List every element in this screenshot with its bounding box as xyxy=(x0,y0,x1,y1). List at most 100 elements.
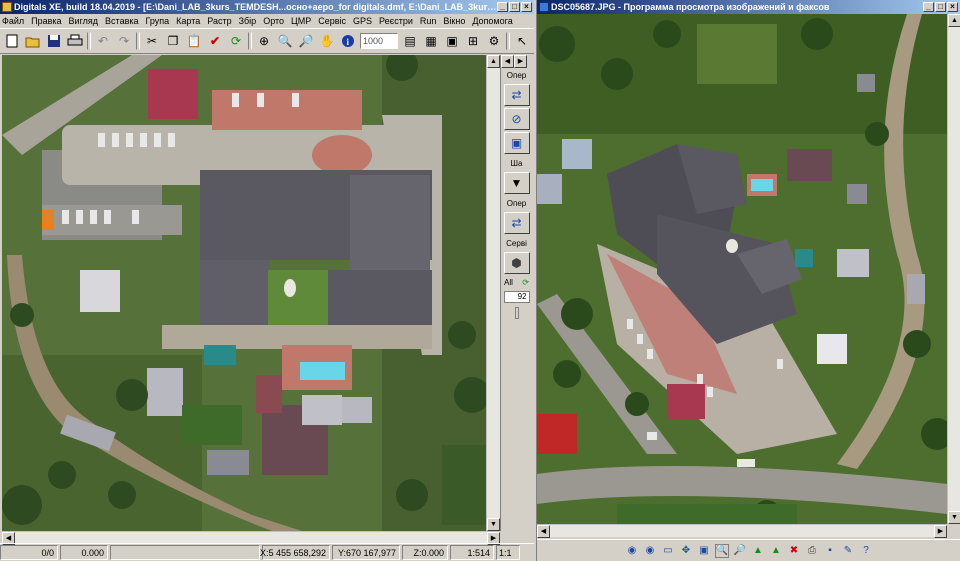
menu-item[interactable]: Правка xyxy=(31,16,61,26)
best-fit-icon[interactable]: ▭ xyxy=(661,544,675,558)
panel-prev-icon[interactable]: ◀ xyxy=(501,55,514,68)
node-tool-icon[interactable]: ▣ xyxy=(503,132,530,154)
viewer-minimize-button[interactable]: _ xyxy=(923,2,934,12)
menu-item[interactable]: GPS xyxy=(353,16,372,26)
actual-size-icon[interactable]: ✥ xyxy=(679,544,693,558)
menu-item[interactable]: Орто xyxy=(263,16,284,26)
minimize-button[interactable]: _ xyxy=(497,2,508,12)
viewer-app-icon xyxy=(539,2,549,12)
toolbar-separator xyxy=(248,32,252,50)
save-icon[interactable] xyxy=(45,32,63,50)
zoom-field[interactable]: 92 xyxy=(503,291,530,303)
select-arrow-icon[interactable]: ↖ xyxy=(513,32,531,50)
refresh-small-icon[interactable]: ⟳ xyxy=(522,278,529,287)
layers-icon[interactable]: ▤ xyxy=(401,32,419,50)
menu-item[interactable]: Вставка xyxy=(105,16,138,26)
new-doc-icon[interactable] xyxy=(3,32,21,50)
toolbar-separator xyxy=(506,32,510,50)
menu-item[interactable]: Run xyxy=(420,16,437,26)
menu-item[interactable]: Група xyxy=(146,16,170,26)
open-folder-icon[interactable] xyxy=(24,32,42,50)
scale-input[interactable] xyxy=(360,33,398,49)
info-icon[interactable]: i xyxy=(339,32,357,50)
zoom-out-icon[interactable]: 🔎 xyxy=(297,32,315,50)
menu-item[interactable]: Допомога xyxy=(472,16,512,26)
digitals-titlebar[interactable]: Digitals XE, build 18.04.2019 - [E:\Dani… xyxy=(0,0,534,14)
print-icon[interactable] xyxy=(66,32,84,50)
menu-item[interactable]: Файл xyxy=(2,16,24,26)
image-viewer-window: DSC05687.JPG - Программа просмотра изобр… xyxy=(536,0,960,561)
check-icon[interactable]: ✔ xyxy=(206,32,224,50)
undo-icon[interactable]: ↶ xyxy=(94,32,112,50)
oper2-label: Опер xyxy=(506,199,527,208)
toolbar-separator xyxy=(87,32,91,50)
copy-icon[interactable]: ❐ xyxy=(164,32,182,50)
menu-item[interactable]: Вигляд xyxy=(69,16,99,26)
menu-item[interactable]: Сервіс xyxy=(318,16,346,26)
viewer-vertical-scrollbar[interactable]: ▲ ▼ xyxy=(947,14,960,524)
viewer-close-button[interactable]: × xyxy=(947,2,958,12)
cube-icon[interactable]: ⬢ xyxy=(503,252,530,274)
save-icon[interactable]: ▪ xyxy=(823,544,837,558)
grid-icon[interactable]: ⊞ xyxy=(464,32,482,50)
settings-gear-icon[interactable]: ⚙ xyxy=(485,32,503,50)
zoom-in-icon[interactable]: 🔍 xyxy=(715,543,729,558)
redo-icon[interactable]: ↷ xyxy=(115,32,133,50)
viewer-scroll-up-icon[interactable]: ▲ xyxy=(948,14,960,27)
viewer-scroll-down-icon[interactable]: ▼ xyxy=(948,511,960,524)
menu-item[interactable]: Реєстри xyxy=(379,16,413,26)
zoom-slider[interactable] xyxy=(514,307,519,319)
status-scale: 1:514 xyxy=(450,545,494,560)
menu-item[interactable]: Вікно xyxy=(443,16,465,26)
layer-select-icon[interactable]: ▼ xyxy=(503,172,530,194)
scroll-down-icon[interactable]: ▼ xyxy=(487,518,500,531)
refresh-icon[interactable]: ⟳ xyxy=(227,32,245,50)
menu-item[interactable]: ЦМР xyxy=(291,16,311,26)
viewer-scroll-left-icon[interactable]: ◀ xyxy=(537,525,550,538)
compass-icon[interactable]: ⊘ xyxy=(503,108,530,130)
viewer-maximize-button[interactable]: □ xyxy=(935,2,946,12)
swap-arrows-2-icon[interactable]: ⇄ xyxy=(503,212,530,234)
delete-icon[interactable]: ✖ xyxy=(787,544,801,558)
viewer-titlebar[interactable]: DSC05687.JPG - Программа просмотра изобр… xyxy=(537,0,960,14)
close-button[interactable]: × xyxy=(521,2,532,12)
servis-label: Серві xyxy=(506,239,527,248)
paste-icon[interactable]: 📋 xyxy=(185,32,203,50)
slideshow-icon[interactable]: ▣ xyxy=(697,544,711,558)
app-icon xyxy=(2,2,12,12)
swap-arrows-icon[interactable]: ⇄ xyxy=(503,84,530,106)
all-label: All xyxy=(504,278,513,287)
previous-image-icon[interactable]: ◉ xyxy=(625,544,639,558)
help-icon[interactable]: ? xyxy=(859,544,873,558)
viewer-title: DSC05687.JPG - Программа просмотра изобр… xyxy=(551,2,830,12)
rotate-cw-icon[interactable]: ▲ xyxy=(751,544,765,558)
next-image-icon[interactable]: ◉ xyxy=(643,544,657,558)
side-tool-panel: ◀ ▶ Опер ⇄ ⊘ ▣ Ша ▼ Опер ⇄ Серві ⬢ All ⟳… xyxy=(500,55,532,531)
viewer-horizontal-scrollbar[interactable]: ◀ ▶ xyxy=(537,524,947,538)
table-icon[interactable]: ▦ xyxy=(422,32,440,50)
zoom-in-icon[interactable]: 🔍 xyxy=(276,32,294,50)
orthophoto-map[interactable] xyxy=(2,55,498,531)
viewer-scroll-right-icon[interactable]: ▶ xyxy=(934,525,947,538)
edit-icon[interactable]: ✎ xyxy=(841,544,855,558)
pan-hand-icon[interactable]: ✋ xyxy=(318,32,336,50)
print-icon[interactable]: ⎙ xyxy=(805,544,819,558)
cut-icon[interactable]: ✂ xyxy=(143,32,161,50)
maximize-button[interactable]: □ xyxy=(509,2,520,12)
menu-item[interactable]: Карта xyxy=(176,16,200,26)
zoom-window-icon[interactable]: ⊕ xyxy=(255,32,273,50)
zoom-out-icon[interactable]: 🔎 xyxy=(733,544,747,558)
aerial-photo[interactable] xyxy=(537,14,947,524)
status-bar: 0/0 0.000 X:5 455 658,292 Y:670 167,977 … xyxy=(0,543,534,561)
status-z-coord: Z:0.000 xyxy=(402,545,448,560)
map-vertical-scrollbar[interactable]: ▲ ▼ xyxy=(486,55,500,531)
properties-icon[interactable]: ▣ xyxy=(443,32,461,50)
menu-item[interactable]: Збір xyxy=(239,16,257,26)
panel-next-icon[interactable]: ▶ xyxy=(514,55,527,68)
rotate-ccw-icon[interactable]: ▲ xyxy=(769,544,783,558)
shar-label: Ша xyxy=(510,159,523,168)
status-y-coord: Y:670 167,977 xyxy=(332,545,400,560)
menu-item[interactable]: Растр xyxy=(207,16,231,26)
scroll-up-icon[interactable]: ▲ xyxy=(487,55,500,68)
status-x-coord: X:5 455 658,292 xyxy=(260,545,330,560)
